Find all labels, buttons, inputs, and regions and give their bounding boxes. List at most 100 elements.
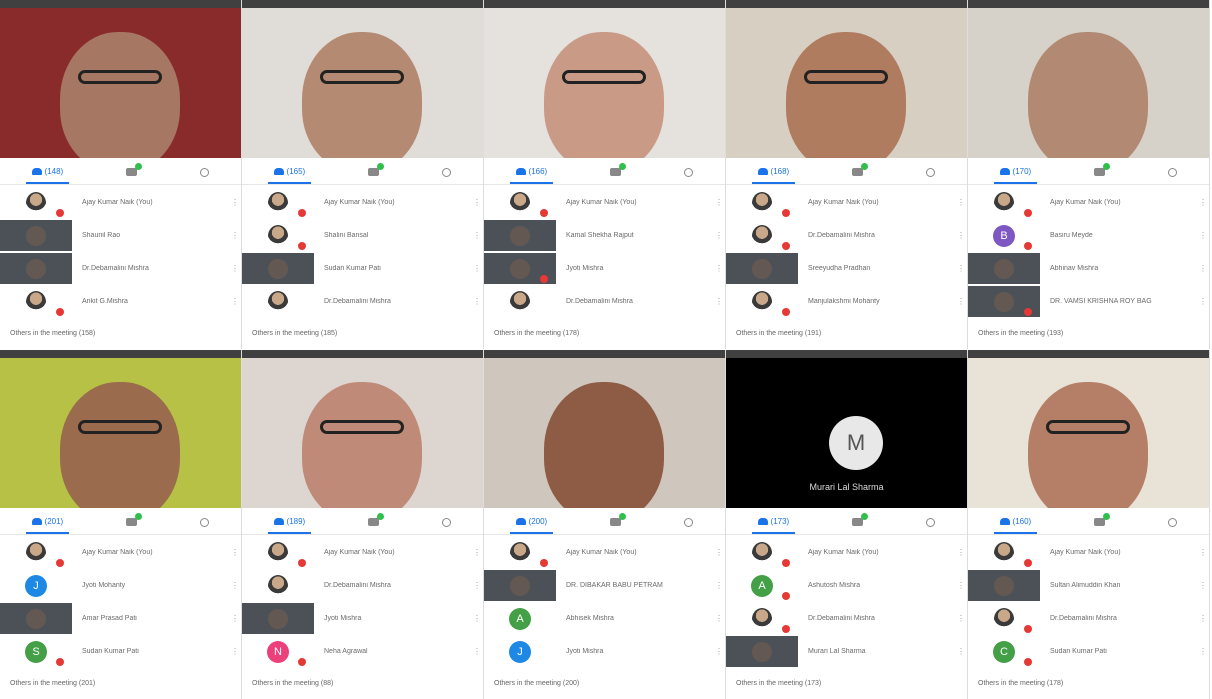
- tab-chat[interactable]: [604, 510, 627, 534]
- more-options-icon[interactable]: ⋮: [957, 198, 967, 207]
- tab-chat[interactable]: [1088, 510, 1111, 534]
- participant-row[interactable]: Sreeyudha Pradhan ⋮: [726, 252, 967, 285]
- tab-info[interactable]: [678, 510, 699, 534]
- tab-people[interactable]: (201): [25, 510, 70, 534]
- participant-row[interactable]: Manjulakshmi Mohanty ⋮: [726, 285, 967, 318]
- participant-row[interactable]: B Basiru Meyde ⋮: [968, 219, 1209, 252]
- more-options-icon[interactable]: ⋮: [231, 231, 241, 240]
- more-options-icon[interactable]: ⋮: [231, 198, 241, 207]
- tab-info[interactable]: [436, 160, 457, 184]
- tab-info[interactable]: [1162, 510, 1183, 534]
- more-options-icon[interactable]: ⋮: [1199, 297, 1209, 306]
- speaker-video[interactable]: [0, 8, 241, 158]
- participant-row[interactable]: Dr.Debamalini Mishra ⋮: [484, 285, 725, 318]
- participant-row[interactable]: Dr.Debamalini Mishra ⋮: [726, 602, 967, 635]
- more-options-icon[interactable]: ⋮: [1199, 548, 1209, 557]
- tab-people[interactable]: (189): [267, 510, 312, 534]
- participant-row[interactable]: C Sudan Kumar Pati ⋮: [968, 635, 1209, 668]
- participant-row[interactable]: Dr.Debamalini Mishra ⋮: [242, 285, 483, 318]
- more-options-icon[interactable]: ⋮: [957, 264, 967, 273]
- more-options-icon[interactable]: ⋮: [957, 614, 967, 623]
- participant-row[interactable]: Murari Lal Sharma ⋮: [726, 635, 967, 668]
- more-options-icon[interactable]: ⋮: [1199, 647, 1209, 656]
- participant-row[interactable]: Sultan Alimuddin Khan ⋮: [968, 569, 1209, 602]
- more-options-icon[interactable]: ⋮: [473, 548, 483, 557]
- more-options-icon[interactable]: ⋮: [231, 614, 241, 623]
- more-options-icon[interactable]: ⋮: [957, 297, 967, 306]
- more-options-icon[interactable]: ⋮: [715, 647, 725, 656]
- more-options-icon[interactable]: ⋮: [473, 614, 483, 623]
- participant-row[interactable]: Kamal Shekha Rajput ⋮: [484, 219, 725, 252]
- more-options-icon[interactable]: ⋮: [957, 647, 967, 656]
- tab-chat[interactable]: [362, 510, 385, 534]
- tab-chat[interactable]: [604, 160, 627, 184]
- more-options-icon[interactable]: ⋮: [231, 647, 241, 656]
- participant-row[interactable]: Dr.Debamalini Mishra ⋮: [242, 569, 483, 602]
- more-options-icon[interactable]: ⋮: [715, 581, 725, 590]
- more-options-icon[interactable]: ⋮: [473, 264, 483, 273]
- more-options-icon[interactable]: ⋮: [473, 198, 483, 207]
- speaker-video[interactable]: [484, 8, 725, 158]
- participant-row[interactable]: Abhinav Mishra ⋮: [968, 252, 1209, 285]
- participant-row[interactable]: A Abhisek Mishra ⋮: [484, 602, 725, 635]
- tab-chat[interactable]: [1088, 160, 1111, 184]
- tab-info[interactable]: [920, 160, 941, 184]
- more-options-icon[interactable]: ⋮: [1199, 198, 1209, 207]
- tab-people[interactable]: (200): [509, 510, 554, 534]
- tab-people[interactable]: (165): [267, 160, 312, 184]
- tab-people[interactable]: (160): [993, 510, 1038, 534]
- participant-row[interactable]: Shaunil Rao ⋮: [0, 219, 241, 252]
- speaker-video[interactable]: [968, 8, 1209, 158]
- more-options-icon[interactable]: ⋮: [715, 264, 725, 273]
- speaker-video[interactable]: [968, 358, 1209, 508]
- tab-people[interactable]: (170): [993, 160, 1038, 184]
- participant-row[interactable]: Ajay Kumar Naik (You) ⋮: [726, 186, 967, 219]
- participant-row[interactable]: Ajay Kumar Naik (You) ⋮: [726, 536, 967, 569]
- more-options-icon[interactable]: ⋮: [957, 231, 967, 240]
- more-options-icon[interactable]: ⋮: [473, 581, 483, 590]
- participant-row[interactable]: Sudan Kumar Pati ⋮: [242, 252, 483, 285]
- participant-row[interactable]: Jyoti Mishra ⋮: [484, 252, 725, 285]
- more-options-icon[interactable]: ⋮: [473, 297, 483, 306]
- more-options-icon[interactable]: ⋮: [1199, 264, 1209, 273]
- participant-row[interactable]: Ajay Kumar Naik (You) ⋮: [968, 186, 1209, 219]
- more-options-icon[interactable]: ⋮: [1199, 614, 1209, 623]
- tab-chat[interactable]: [362, 160, 385, 184]
- speaker-video[interactable]: [242, 358, 483, 508]
- participant-row[interactable]: Ajay Kumar Naik (You) ⋮: [0, 186, 241, 219]
- participant-row[interactable]: J Jyoti Mohanty ⋮: [0, 569, 241, 602]
- tab-people[interactable]: (166): [509, 160, 554, 184]
- participant-row[interactable]: Ajay Kumar Naik (You) ⋮: [484, 186, 725, 219]
- tab-people[interactable]: (168): [751, 160, 796, 184]
- participant-row[interactable]: Jyoti Mishra ⋮: [242, 602, 483, 635]
- speaker-video[interactable]: M Murari Lal Sharma: [726, 358, 967, 508]
- tab-chat[interactable]: [120, 160, 143, 184]
- more-options-icon[interactable]: ⋮: [715, 231, 725, 240]
- participant-row[interactable]: Ajay Kumar Naik (You) ⋮: [242, 536, 483, 569]
- more-options-icon[interactable]: ⋮: [1199, 231, 1209, 240]
- speaker-video[interactable]: [0, 358, 241, 508]
- more-options-icon[interactable]: ⋮: [715, 548, 725, 557]
- tab-info[interactable]: [194, 160, 215, 184]
- participant-row[interactable]: DR. VAMSI KRISHNA ROY BAG ⋮: [968, 285, 1209, 318]
- participant-row[interactable]: DR. DIBAKAR BABU PETRAM ⋮: [484, 569, 725, 602]
- participant-row[interactable]: Ajay Kumar Naik (You) ⋮: [484, 536, 725, 569]
- tab-people[interactable]: (148): [25, 160, 70, 184]
- tab-info[interactable]: [436, 510, 457, 534]
- participant-row[interactable]: Ankit G.Mishra ⋮: [0, 285, 241, 318]
- speaker-video[interactable]: [726, 8, 967, 158]
- more-options-icon[interactable]: ⋮: [231, 548, 241, 557]
- more-options-icon[interactable]: ⋮: [231, 264, 241, 273]
- tab-info[interactable]: [1162, 160, 1183, 184]
- more-options-icon[interactable]: ⋮: [1199, 581, 1209, 590]
- more-options-icon[interactable]: ⋮: [473, 231, 483, 240]
- tab-info[interactable]: [678, 160, 699, 184]
- participant-row[interactable]: Dr.Debamalini Mishra ⋮: [0, 252, 241, 285]
- tab-chat[interactable]: [120, 510, 143, 534]
- participant-row[interactable]: J Jyoti Mishra ⋮: [484, 635, 725, 668]
- speaker-video[interactable]: [484, 358, 725, 508]
- participant-row[interactable]: Ajay Kumar Naik (You) ⋮: [968, 536, 1209, 569]
- participant-row[interactable]: Dr.Debamalini Mishra ⋮: [968, 602, 1209, 635]
- participant-row[interactable]: Amar Prasad Pati ⋮: [0, 602, 241, 635]
- more-options-icon[interactable]: ⋮: [715, 614, 725, 623]
